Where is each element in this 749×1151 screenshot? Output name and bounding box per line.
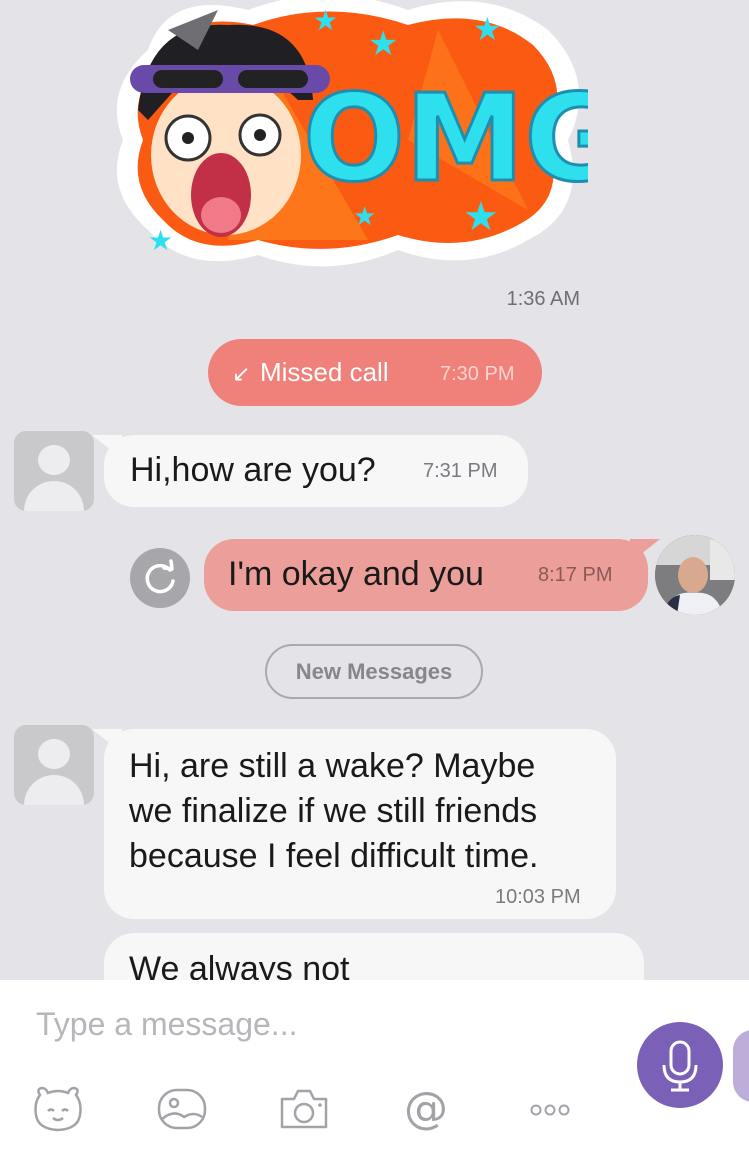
message-timestamp: 7:31 PM	[423, 460, 498, 482]
new-messages-divider: New Messages	[265, 644, 483, 699]
secondary-action-button[interactable]	[733, 1030, 749, 1102]
message-text: Hi,how are you?	[130, 451, 376, 489]
message-timestamp: 8:17 PM	[538, 564, 613, 586]
svg-text:OMG: OMG	[303, 70, 588, 209]
message-text: We always not	[129, 950, 350, 980]
voice-message-button[interactable]	[637, 1022, 723, 1108]
more-icon[interactable]	[526, 1085, 578, 1133]
svg-text:★: ★	[473, 11, 502, 47]
message-timestamp: 10:03 PM	[495, 886, 581, 908]
missed-call-notice[interactable]: ↙ Missed call 7:30 PM	[208, 339, 542, 406]
message-timestamp: 1:36 AM	[506, 288, 580, 310]
svg-text:★: ★	[313, 5, 338, 36]
omg-sticker[interactable]: OMG ★ ★ ★ ★ ★ ★	[108, 0, 588, 280]
microphone-icon	[662, 1040, 698, 1092]
contact-avatar[interactable]	[14, 431, 94, 511]
chat-area[interactable]: OMG ★ ★ ★ ★ ★ ★ 1:36 AM ↙ Missed call 7:…	[0, 0, 749, 980]
svg-text:★: ★	[463, 195, 499, 239]
outgoing-message-bubble[interactable]: I'm okay and you 8:17 PM	[204, 539, 660, 611]
gallery-icon[interactable]	[156, 1085, 208, 1133]
svg-text:★: ★	[148, 225, 173, 256]
missed-call-time: 7:30 PM	[440, 363, 515, 385]
contact-avatar[interactable]	[14, 725, 94, 805]
svg-text:@: @	[404, 1085, 448, 1133]
mention-icon[interactable]: @	[400, 1085, 452, 1133]
my-avatar[interactable]	[655, 535, 735, 615]
incoming-message-bubble[interactable]: Hi, are still a wake? Maybe we finalize …	[92, 729, 616, 919]
svg-text:★: ★	[353, 201, 376, 231]
incoming-message-bubble[interactable]: Hi,how are you? 7:31 PM	[92, 435, 528, 507]
resend-button[interactable]	[130, 548, 190, 608]
message-text-line: Hi, are still a wake? Maybe	[129, 747, 536, 785]
message-text-line: because I feel difficult time.	[129, 837, 539, 875]
svg-text:★: ★	[368, 25, 398, 63]
camera-icon[interactable]	[278, 1085, 330, 1133]
message-text-line: we finalize if we still friends	[129, 792, 538, 830]
message-input[interactable]	[36, 1004, 596, 1044]
incoming-message-bubble[interactable]: We always not	[104, 933, 644, 980]
message-text: I'm okay and you	[228, 555, 484, 593]
sticker-icon[interactable]	[32, 1085, 84, 1133]
refresh-icon	[145, 559, 175, 594]
missed-call-label: Missed call	[260, 357, 389, 387]
missed-call-arrow-icon: ↙	[232, 361, 251, 386]
